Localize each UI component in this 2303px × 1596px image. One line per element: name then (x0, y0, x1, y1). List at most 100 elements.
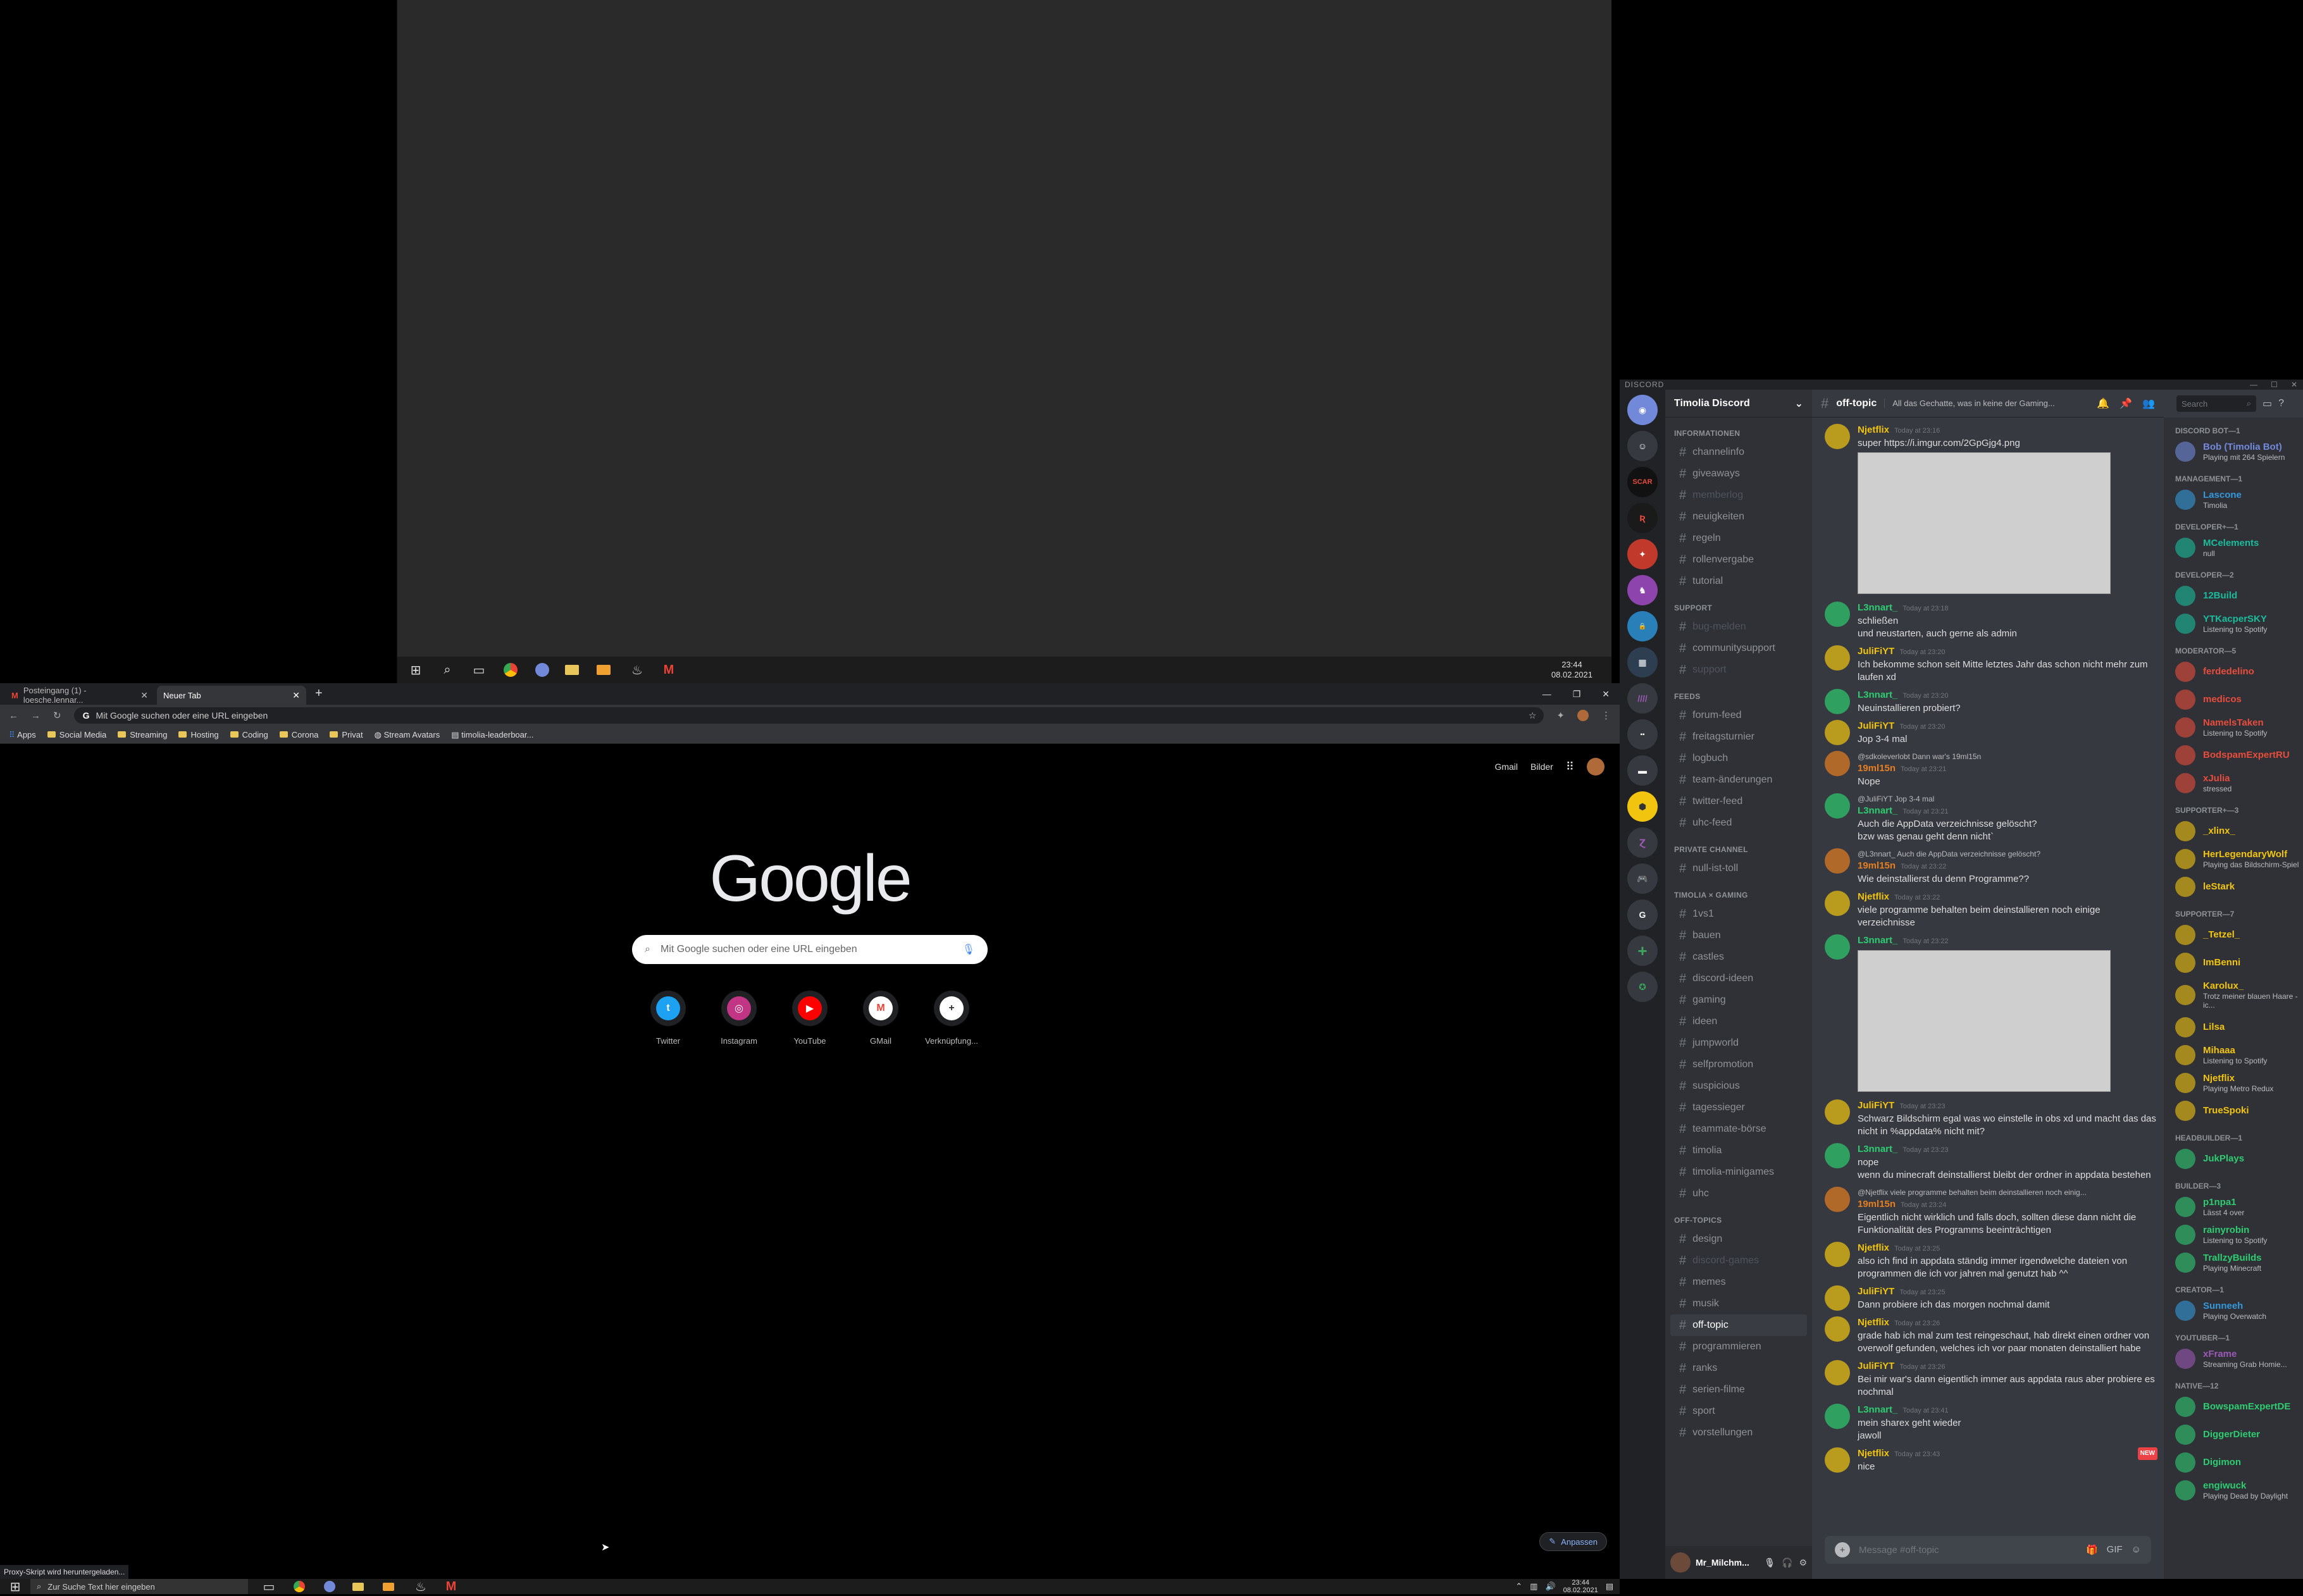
channel-category[interactable]: TIMOLIA × GAMING (1665, 879, 1812, 903)
tray-chevron-icon[interactable]: ⌃ (1515, 1581, 1522, 1592)
reply-preview[interactable]: @JuliFiYT Jop 3-4 mal (1858, 793, 2157, 805)
channel-item[interactable]: # neuigkeiten (1665, 506, 1812, 528)
channel-item[interactable]: # discord-ideen (1665, 968, 1812, 989)
search-input[interactable]: ⌕ Mit Google suchen oder eine URL eingeb… (632, 935, 988, 964)
minimize-icon[interactable]: — (2250, 380, 2258, 389)
member-item[interactable]: ferdedelino (2164, 658, 2303, 686)
member-item[interactable]: MCelements null (2164, 534, 2303, 562)
channel-item[interactable]: # giveaways (1665, 463, 1812, 485)
headphones-icon[interactable]: 🎧 (1782, 1557, 1792, 1568)
message-author[interactable]: JuliFiYT (1858, 1286, 1894, 1297)
avatar[interactable] (1825, 1404, 1850, 1429)
channel-category[interactable]: FEEDS (1665, 681, 1812, 705)
message-author[interactable]: Njetflix (1858, 1317, 1889, 1328)
member-item[interactable]: HerLegendaryWolf Playing das Bildschirm-S… (2164, 845, 2303, 873)
member-item[interactable]: _Tetzel_ (2164, 921, 2303, 949)
member-item[interactable]: NamelsTaken Listening to Spotify (2164, 714, 2303, 741)
channel-item[interactable]: # forum-feed (1665, 705, 1812, 726)
search-input[interactable]: Search ⌕ (2176, 395, 2256, 412)
message-input[interactable]: + Message #off-topic 🎁 GIF ☺ (1825, 1536, 2151, 1564)
server-icon[interactable]: ▦ (1627, 647, 1658, 677)
avatar[interactable] (1825, 934, 1850, 960)
channel-category[interactable]: INFORMATIONEN (1665, 418, 1812, 442)
bookmark-folder[interactable]: Hosting (178, 730, 219, 739)
member-item[interactable]: medicos (2164, 686, 2303, 714)
avatar[interactable] (1825, 602, 1850, 627)
gif-icon[interactable]: GIF (2107, 1544, 2123, 1556)
member-item[interactable]: TrueSpoki (2164, 1097, 2303, 1125)
gear-icon[interactable]: ⚙ (1799, 1557, 1807, 1568)
close-icon[interactable]: ✕ (140, 690, 148, 701)
server-icon[interactable]: ⬢ (1627, 791, 1658, 822)
message-author[interactable]: JuliFiYT (1858, 646, 1894, 657)
restore-icon[interactable]: ❐ (1573, 689, 1581, 700)
channel-item[interactable]: # bauen (1665, 925, 1812, 946)
member-item[interactable]: Sunneeh Playing Overwatch (2164, 1297, 2303, 1325)
images-link[interactable]: Bilder (1530, 762, 1553, 772)
account-avatar[interactable] (1587, 758, 1605, 776)
reply-preview[interactable]: @L3nnart_ Auch die AppData verzeichnisse… (1858, 848, 2157, 860)
steam-icon[interactable]: ♨ (628, 660, 647, 679)
explore-icon[interactable]: ✪ (1627, 972, 1658, 1002)
folder-icon[interactable] (351, 1577, 369, 1596)
message-author[interactable]: Njetflix (1858, 891, 1889, 902)
chrome-icon[interactable] (290, 1577, 309, 1596)
back-icon[interactable]: ← (9, 710, 18, 721)
network-icon[interactable]: ▥ (1530, 1581, 1537, 1592)
shortcut-instagram[interactable]: ◎ Instagram (704, 991, 774, 1046)
member-item[interactable]: ImBenni (2164, 949, 2303, 977)
channel-item[interactable]: # jumpworld (1665, 1032, 1812, 1054)
channel-item[interactable]: # tutorial (1665, 571, 1812, 592)
member-item[interactable]: _xlinx_ (2164, 817, 2303, 845)
gmail-icon[interactable]: M (659, 660, 678, 679)
channel-item[interactable]: # selfpromotion (1665, 1054, 1812, 1075)
star-icon[interactable]: ☆ (1529, 710, 1537, 721)
discord-icon[interactable] (533, 660, 552, 679)
message-author[interactable]: L3nnart_ (1858, 602, 1897, 613)
help-icon[interactable]: ? (2278, 398, 2284, 409)
channel-item[interactable]: # vorstellungen (1665, 1422, 1812, 1444)
channel-item[interactable]: # memes (1665, 1271, 1812, 1293)
member-item[interactable]: JukPlays (2164, 1145, 2303, 1173)
profile-icon[interactable] (1577, 710, 1589, 721)
channel-item[interactable]: # twitter-feed (1665, 791, 1812, 812)
close-icon[interactable]: ✕ (2291, 380, 2298, 389)
reply-preview[interactable]: @sdkoleverlobt Dann war's 19ml15n (1858, 751, 2157, 762)
server-icon[interactable]: 🔒 (1627, 611, 1658, 641)
emoji-icon[interactable]: ☺ (2132, 1544, 2141, 1556)
member-item[interactable]: BodspamExpertRU (2164, 741, 2303, 769)
bookmark-stream-avatars[interactable]: ◍ Stream Avatars (375, 730, 440, 740)
close-window-icon[interactable]: ✕ (1602, 689, 1610, 700)
folder-icon[interactable] (564, 660, 583, 679)
search-icon[interactable]: ⌕ (438, 660, 457, 679)
upload-icon[interactable]: + (1835, 1542, 1850, 1557)
channel-item[interactable]: # gaming (1665, 989, 1812, 1011)
avatar[interactable] (1825, 1360, 1850, 1385)
avatar[interactable] (1825, 1143, 1850, 1168)
gamepad-icon[interactable]: 🎮 (1627, 863, 1658, 894)
tab-gmail[interactable]: M Posteingang (1) - loesche.lennar... ✕ (5, 686, 154, 705)
avatar[interactable] (1825, 1316, 1850, 1342)
volume-icon[interactable]: 🔊 (1545, 1581, 1555, 1592)
channel-item[interactable]: # uhc-feed (1665, 812, 1812, 834)
discord-icon[interactable] (320, 1577, 339, 1596)
notifications-icon[interactable]: ▤ (1606, 1581, 1613, 1592)
avatar[interactable] (1825, 1187, 1850, 1212)
shortcut-youtube[interactable]: ▶ YouTube (774, 991, 845, 1046)
bookmark-folder[interactable]: Social Media (47, 730, 106, 739)
member-item[interactable]: BowspamExpertDE (2164, 1393, 2303, 1421)
channel-item[interactable]: # ranks (1665, 1358, 1812, 1379)
member-item[interactable]: xFrame Streaming Grab Homie... (2164, 1345, 2303, 1373)
reply-preview[interactable]: @Njetflix viele programme behalten beim … (1858, 1187, 2157, 1198)
inbox-icon[interactable]: ▭ (2263, 397, 2272, 410)
member-item[interactable]: Lascone Timolia (2164, 486, 2303, 514)
channel-item[interactable]: # musik (1665, 1293, 1812, 1315)
apps-grid-icon[interactable]: ⠿ (1566, 760, 1574, 774)
add-server-icon[interactable]: + (1627, 936, 1658, 966)
bell-icon[interactable]: 🔔 (2097, 397, 2109, 410)
shortcut-twitter[interactable]: t Twitter (633, 991, 704, 1046)
message-author[interactable]: 19ml15n (1858, 860, 1896, 871)
folder-icon[interactable] (381, 1577, 400, 1596)
member-item[interactable]: Njetflix Playing Metro Redux (2164, 1069, 2303, 1097)
member-item[interactable]: DiggerDieter (2164, 1421, 2303, 1449)
